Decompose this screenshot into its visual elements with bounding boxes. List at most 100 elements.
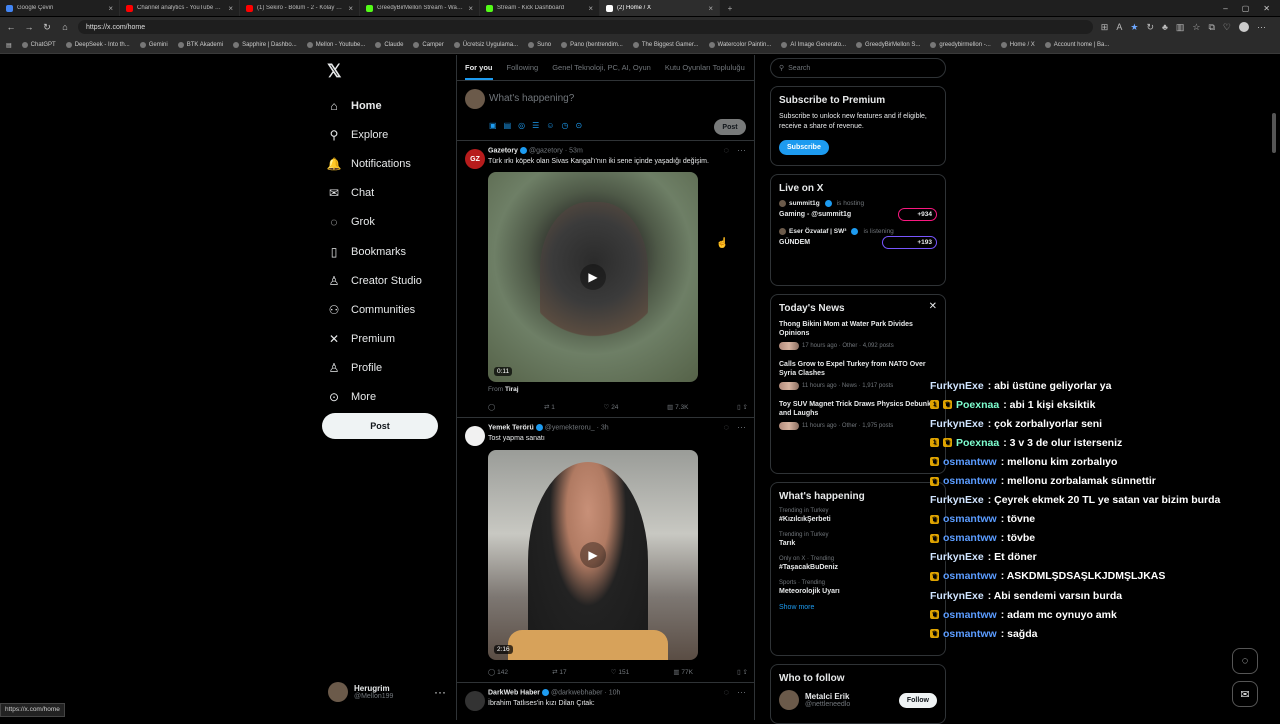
subscribe-button[interactable]: Subscribe	[779, 139, 829, 155]
browser-tab[interactable]: (2) Home / X ×	[600, 0, 720, 16]
browser-tab[interactable]: Google Çeviri ×	[0, 0, 120, 16]
emoji-icon[interactable]: ☺	[546, 121, 554, 130]
tweet[interactable]: GZ Gazetory @gazetory · 53m ◌ ··· Türk ırk…	[457, 141, 754, 418]
refresh-extension-icon[interactable]: ↻	[1146, 22, 1154, 33]
more-dots-icon[interactable]: ···	[737, 422, 746, 432]
bookmark-item[interactable]: Pano (bentrendim...	[561, 42, 623, 48]
close-icon[interactable]: ×	[228, 4, 233, 13]
nav-item-more[interactable]: ⊙ More	[327, 383, 457, 412]
close-window-button[interactable]: ✕	[1263, 4, 1270, 13]
bookmark-item[interactable]: greedybirmellon -...	[930, 42, 991, 48]
extension-icon[interactable]: ♣	[1162, 22, 1168, 33]
browser-tab[interactable]: (1) Sekiro - Bölüm - 2 - Kolay Boss ×	[240, 0, 360, 16]
from-name[interactable]: Tiraj	[505, 386, 519, 393]
nav-item-home[interactable]: ⌂ Home	[327, 91, 457, 120]
bookmark-item[interactable]: AI Image Generato...	[781, 42, 846, 48]
nav-item-profile[interactable]: ♙ Profile	[327, 354, 457, 383]
bookmark-item[interactable]: Home / X	[1000, 42, 1035, 48]
search-input[interactable]: ⚲ Search	[770, 58, 946, 78]
grok-icon[interactable]: ◌	[724, 145, 729, 155]
avatar[interactable]	[465, 691, 485, 711]
bookmark-icon[interactable]: ▯ ⇪	[737, 403, 748, 411]
repost-icon[interactable]: ⇄ 1	[544, 403, 555, 411]
tweet-handle[interactable]: @gazetory	[529, 147, 563, 154]
maximize-button[interactable]: ▢	[1242, 4, 1250, 13]
post-button[interactable]: Post	[322, 413, 438, 439]
schedule-icon[interactable]: ◷	[561, 121, 568, 130]
news-item[interactable]: Calls Grow to Expel Turkey from NATO Ove…	[779, 360, 937, 390]
more-dots-icon[interactable]: ···	[434, 685, 446, 699]
nav-item-creator-studio[interactable]: ♙ Creator Studio	[327, 266, 457, 295]
more-dots-icon[interactable]: ···	[737, 687, 746, 697]
grok-icon[interactable]: ◎	[518, 121, 525, 130]
account-switcher[interactable]: Herugrim @Mellon199 ···	[328, 682, 446, 702]
read-aloud-icon[interactable]: A	[1116, 22, 1122, 33]
news-item[interactable]: Toy SUV Magnet Trick Draws Physics Debun…	[779, 400, 937, 430]
tweet-author[interactable]: DarkWeb Haber	[488, 689, 540, 696]
home-icon[interactable]: ⌂	[60, 22, 70, 32]
avatar[interactable]: GZ	[465, 149, 485, 169]
grok-icon[interactable]: ◌	[724, 422, 729, 432]
bookmark-item[interactable]: DeepSeek - Into th...	[65, 42, 130, 48]
nav-item-communities[interactable]: ⚇ Communities	[327, 295, 457, 324]
tweet-time[interactable]: · 10h	[604, 689, 620, 696]
bookmark-item[interactable]: Mellon - Youtube...	[306, 42, 365, 48]
close-icon[interactable]: ×	[588, 4, 593, 13]
image-icon[interactable]: ▣	[489, 121, 497, 130]
tweet-handle[interactable]: @darkwebhaber	[551, 689, 602, 696]
tab-community-2[interactable]: Genel Teknoloji, PC, AI, Oyun	[552, 63, 651, 72]
grok-icon[interactable]: ◌	[724, 687, 729, 697]
forward-arrow-icon[interactable]: →	[24, 22, 34, 32]
collections-icon[interactable]: ⧉	[1208, 22, 1214, 33]
tweet-time[interactable]: · 53m	[565, 147, 583, 154]
minimize-button[interactable]: –	[1223, 4, 1227, 13]
favorites-icon[interactable]: ☆	[1192, 22, 1200, 33]
grok-float-button[interactable]: ◌	[1232, 648, 1258, 674]
nav-item-grok[interactable]: ◌ Grok	[327, 208, 457, 237]
tweet-video[interactable]: ▶ 0:11	[488, 172, 698, 382]
composer-post-button[interactable]: Post	[714, 119, 746, 135]
live-item[interactable]: summit1g is hosting Gaming - @summit1g +9…	[779, 200, 937, 221]
bookmark-item[interactable]: ChatGPT	[21, 42, 56, 48]
tweet-time[interactable]: · 3h	[597, 424, 609, 431]
composer-input[interactable]: What's happening?	[489, 93, 574, 104]
tweet-author[interactable]: Gazetory	[488, 147, 518, 154]
new-tab-button[interactable]: +	[720, 0, 740, 16]
tweet-video[interactable]: ▶ 2:16	[488, 450, 698, 660]
play-icon[interactable]: ▶	[580, 264, 606, 290]
favorite-star-icon[interactable]: ★	[1130, 22, 1138, 33]
views-icon[interactable]: ▥ 77K	[673, 668, 693, 676]
tab-community-3[interactable]: Kutu Oyunları Topluluğu	[665, 63, 745, 72]
nav-item-notifications[interactable]: 🔔 Notifications	[327, 149, 457, 178]
nav-item-bookmarks[interactable]: ▯ Bookmarks	[327, 237, 457, 266]
show-more-link[interactable]: Show more	[779, 604, 937, 611]
browser-tab[interactable]: GreedyBirMellon Stream - Watch Live×	[360, 0, 480, 16]
news-item[interactable]: Thong Bikini Mom at Water Park Divides O…	[779, 320, 937, 350]
more-dots-icon[interactable]: ···	[737, 145, 746, 155]
tweet[interactable]: DarkWeb Haber @darkwebhaber · 10h ◌ ··· İb…	[457, 683, 754, 720]
x-logo-icon[interactable]: 𝕏	[327, 61, 342, 82]
nav-item-chat[interactable]: ✉ Chat	[327, 179, 457, 208]
shield-icon[interactable]: ♡	[1223, 22, 1231, 33]
browser-menu-icon[interactable]: ⋯	[1257, 22, 1266, 33]
bookmark-item[interactable]: BTK Akademi	[177, 42, 223, 48]
browser-tab[interactable]: Channel analytics - YouTube Studio ×	[120, 0, 240, 16]
bookmark-item[interactable]: The Biggest Gamer...	[632, 42, 699, 48]
tab-following[interactable]: Following	[507, 63, 539, 72]
bookmark-item[interactable]: GreedyBirMellon S...	[856, 42, 920, 48]
repost-icon[interactable]: ⇄ 17	[552, 668, 567, 676]
reply-icon[interactable]: ◯ 142	[488, 668, 508, 676]
trend-item[interactable]: Only on X · Trending #TaşacakBuDeniz	[779, 556, 937, 571]
nav-item-premium[interactable]: ✕ Premium	[327, 325, 457, 354]
close-icon[interactable]: ×	[708, 4, 713, 13]
bookmark-item[interactable]: Claude	[375, 42, 403, 48]
bookmark-item[interactable]: Suno	[528, 42, 551, 48]
messages-float-button[interactable]: ✉	[1232, 681, 1258, 707]
follow-button[interactable]: Follow	[898, 692, 937, 708]
close-icon[interactable]: ×	[348, 4, 353, 13]
tab-for-you[interactable]: For you	[465, 56, 493, 80]
bookmark-item[interactable]: Ücretsiz Uygulama...	[453, 42, 518, 48]
like-icon[interactable]: ♡ 151	[611, 668, 630, 676]
browser-tab[interactable]: Stream - Kick Dashboard ×	[480, 0, 600, 16]
translate-icon[interactable]: ⊞	[1101, 22, 1109, 33]
